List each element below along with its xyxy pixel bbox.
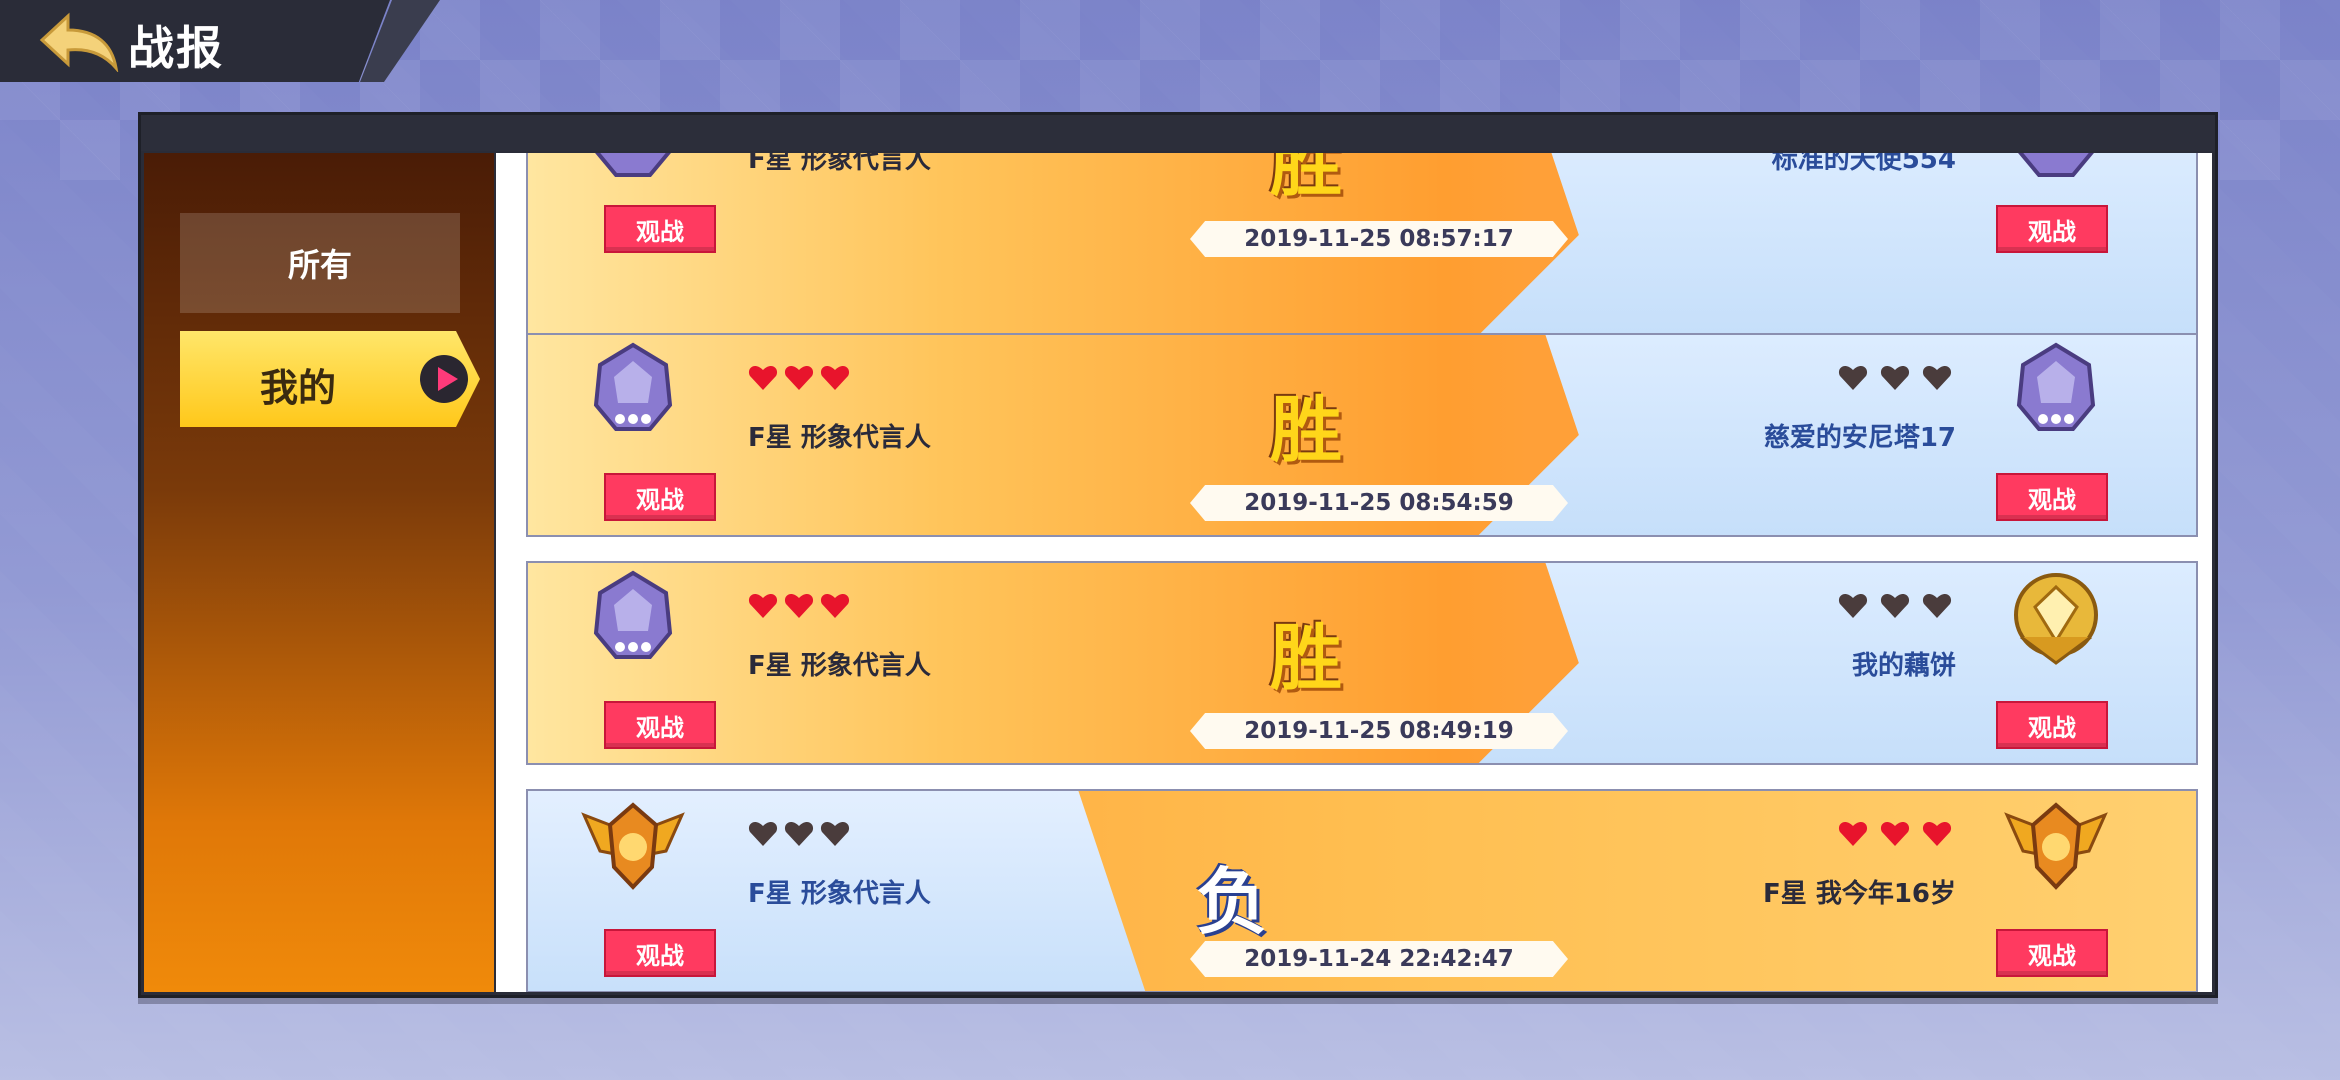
purple-badge-icon (593, 342, 673, 431)
player1-hearts (748, 363, 850, 391)
purple-badge-icon (2016, 342, 2096, 431)
heart-icon (1922, 821, 1952, 846)
match-timestamp: 2019-11-25 08:57:17 (1190, 221, 1568, 257)
watch-button[interactable]: 观战 (604, 929, 716, 977)
page-title: 战报 (128, 21, 224, 75)
winged-gold-badge-icon (2004, 802, 2108, 890)
match-row: F星 形象代言人 观战 负 2019-11-24 22:42:47 F星 我今年… (526, 789, 2198, 992)
player1-hearts (748, 819, 850, 847)
empty-heart-icon (748, 821, 778, 846)
match-list[interactable]: F星 形象代言人 观战 胜 2019-11-25 08:57:17 标准的天使5… (496, 153, 2212, 992)
result-label: 胜 (1270, 388, 1343, 472)
empty-heart-icon (1880, 593, 1910, 618)
empty-heart-icon (820, 821, 850, 846)
player2-hearts (1838, 819, 1952, 847)
tab-all[interactable]: 所有 (180, 213, 460, 313)
back-arrow-icon[interactable] (38, 10, 122, 74)
watch-button[interactable]: 观战 (604, 701, 716, 749)
panel-top-bar (141, 115, 2215, 151)
player1-name: F星 形象代言人 (748, 879, 931, 909)
empty-heart-icon (1880, 365, 1910, 390)
watch-button[interactable]: 观战 (1996, 205, 2108, 253)
empty-heart-icon (1922, 365, 1952, 390)
heart-icon (748, 593, 778, 618)
player2-name: 标准的天使554 (1771, 153, 1956, 175)
empty-heart-icon (1922, 593, 1952, 618)
sidebar: 所有 我的 (144, 153, 494, 992)
heart-icon (784, 593, 814, 618)
heart-icon (784, 365, 814, 390)
player1-name: F星 形象代言人 (748, 423, 931, 453)
play-arrow-icon (420, 355, 468, 403)
match-timestamp: 2019-11-25 08:54:59 (1190, 485, 1568, 521)
player2-hearts (1838, 591, 1952, 619)
heart-icon (820, 593, 850, 618)
player1-hearts (748, 591, 850, 619)
match-row: F星 形象代言人 观战 胜 2019-11-25 08:49:19 我的藕饼 观… (526, 561, 2198, 765)
match-row: F星 形象代言人 观战 胜 2019-11-25 08:54:59 慈爱的安尼塔… (526, 333, 2198, 537)
purple-badge-icon (2018, 153, 2094, 177)
purple-badge-icon (593, 570, 673, 659)
watch-button[interactable]: 观战 (1996, 929, 2108, 977)
result-label: 负 (1196, 860, 1269, 944)
empty-heart-icon (1838, 593, 1868, 618)
result-label: 胜 (1270, 153, 1343, 206)
watch-button[interactable]: 观战 (1996, 473, 2108, 521)
player2-name: 我的藕饼 (1851, 651, 1956, 681)
battle-report-panel: 所有 我的 F星 形象代言人 观战 胜 2019-11-25 08:57:17 … (138, 112, 2218, 998)
result-label: 胜 (1270, 616, 1343, 700)
watch-button[interactable]: 观战 (604, 205, 716, 253)
gold-badge-icon (2014, 573, 2098, 665)
player2-hearts (1838, 363, 1952, 391)
tab-mine[interactable]: 我的 (180, 331, 480, 427)
watch-button[interactable]: 观战 (1996, 701, 2108, 749)
match-row: F星 形象代言人 观战 胜 2019-11-25 08:57:17 标准的天使5… (526, 153, 2198, 337)
player1-name: F星 形象代言人 (748, 153, 931, 175)
tab-mine-label: 我的 (260, 366, 337, 410)
player2-name: 慈爱的安尼塔17 (1763, 423, 1956, 453)
player2-name: F星 我今年16岁 (1763, 879, 1956, 909)
winged-gold-badge-icon (581, 802, 685, 890)
heart-icon (748, 365, 778, 390)
heart-icon (1880, 821, 1910, 846)
player1-name: F星 形象代言人 (748, 651, 931, 681)
match-timestamp: 2019-11-25 08:49:19 (1190, 713, 1568, 749)
empty-heart-icon (784, 821, 814, 846)
purple-badge-icon (595, 153, 671, 177)
watch-button[interactable]: 观战 (604, 473, 716, 521)
empty-heart-icon (1838, 365, 1868, 390)
heart-icon (1838, 821, 1868, 846)
match-timestamp: 2019-11-24 22:42:47 (1190, 941, 1568, 977)
heart-icon (820, 365, 850, 390)
